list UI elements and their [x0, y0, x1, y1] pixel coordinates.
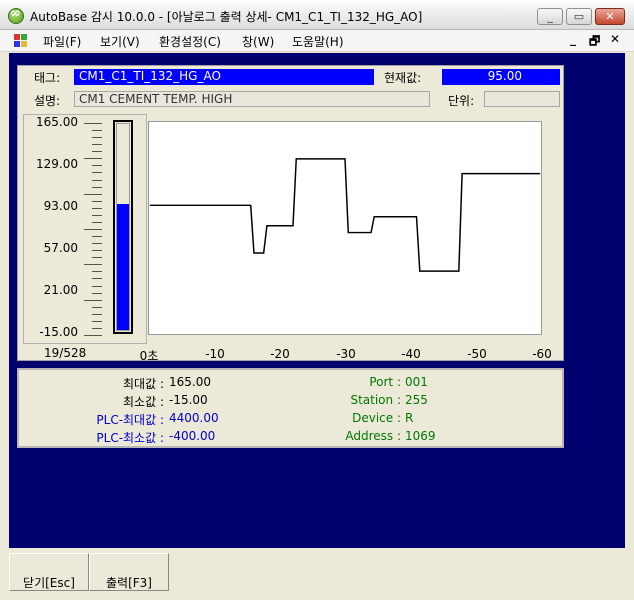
gauge-label-5: 21.00 — [43, 283, 78, 297]
gauge-tick — [84, 229, 102, 230]
x-tick-3: -30 — [336, 347, 356, 361]
max-label: 최대값 : — [123, 377, 164, 391]
menu-bar: 파일(F) 보기(V) 환경설정(C) 창(W) 도움말(H) _ 🗗 ✕ — [0, 30, 634, 52]
close-dialog-button[interactable]: 닫기[Esc] — [9, 553, 89, 591]
gauge-tick — [84, 123, 102, 124]
main-area: 태그: CM1_C1_TI_132_HG_AO 현재값: 95.00 설명: C… — [9, 53, 625, 548]
gauge-tick — [92, 172, 102, 174]
gauge-tick — [92, 137, 102, 139]
tag-detail-panel: 태그: CM1_C1_TI_132_HG_AO 현재값: 95.00 설명: C… — [17, 65, 564, 363]
x-tick-0: 0초 — [139, 349, 159, 363]
gauge-tick — [92, 271, 102, 273]
station-label: Station : — [350, 393, 401, 407]
gauge-tick — [92, 327, 102, 329]
trend-chart — [148, 121, 542, 335]
gauge-tick — [92, 144, 102, 146]
port-value: 001 — [405, 375, 428, 389]
gauge-tick — [84, 299, 102, 301]
x-tick-5: -50 — [467, 347, 487, 361]
gauge-tick — [92, 250, 102, 252]
gauge-tick — [92, 214, 102, 216]
title-bar: AutoBase 감시 10.0.0 - [아날로그 출력 상세- CM1_C1… — [0, 0, 634, 30]
gauge-label-max: 165.00 — [36, 115, 78, 129]
menu-settings[interactable]: 환경설정(C) — [159, 33, 221, 50]
gauge-bar — [113, 120, 133, 334]
gauge-tick — [92, 320, 102, 322]
address-value: 1069 — [405, 429, 436, 443]
gauge-tick — [92, 285, 102, 287]
button-bar: 닫기[Esc] 출력[F3] — [0, 548, 634, 600]
min-label: 최소값 : — [123, 395, 164, 409]
gauge-tick — [92, 179, 102, 181]
gauge-tick — [92, 257, 102, 259]
sample-count: 19/528 — [44, 346, 87, 360]
gauge-tick — [84, 158, 102, 160]
gauge-label-2: 129.00 — [36, 157, 78, 171]
gauge-tick — [92, 151, 102, 153]
close-button[interactable]: ✕ — [595, 8, 625, 25]
x-tick-2: -20 — [270, 347, 290, 361]
gauge-tick — [92, 221, 102, 223]
trend-series-line — [149, 158, 541, 272]
tag-value: CM1_C1_TI_132_HG_AO — [74, 69, 374, 85]
gauge-tick — [92, 200, 102, 202]
gauge: 165.00 129.00 93.00 57.00 21.00 -15.00 — [23, 114, 147, 344]
current-value: 95.00 — [442, 69, 560, 85]
gauge-tick — [92, 306, 102, 308]
gauge-label-3: 93.00 — [43, 199, 78, 213]
unit-label: 단위: — [448, 94, 475, 108]
mdi-close-button[interactable]: ✕ — [610, 32, 620, 46]
current-value-label: 현재값: — [384, 71, 422, 85]
gauge-tick — [92, 130, 102, 132]
x-tick-6: -60 — [532, 347, 552, 361]
plc-max-value: 4400.00 — [169, 411, 219, 425]
info-panel: 최대값 : 165.00 최소값 : -15.00 PLC-최대값 : 4400… — [17, 368, 564, 448]
plc-min-value: -400.00 — [169, 429, 216, 443]
plc-min-label: PLC-최소값 : — [96, 431, 164, 445]
gauge-ticks — [82, 123, 102, 336]
plc-max-label: PLC-최대값 : — [96, 413, 164, 427]
gauge-tick — [84, 193, 102, 195]
print-button[interactable]: 출력[F3] — [89, 553, 169, 591]
max-value: 165.00 — [169, 375, 211, 389]
minimize-button[interactable]: _ — [537, 8, 563, 25]
min-value: -15.00 — [169, 393, 208, 407]
device-value: R — [405, 411, 414, 425]
gauge-tick — [84, 335, 102, 336]
gauge-tick — [92, 292, 102, 294]
gauge-tick — [92, 278, 102, 280]
unit-value — [484, 91, 560, 107]
gauge-tick — [92, 207, 102, 209]
mdi-restore-button[interactable]: 🗗 — [589, 32, 600, 53]
port-label: Port : — [369, 375, 401, 389]
description-value: CM1 CEMENT TEMP. HIGH — [74, 91, 430, 107]
gauge-tick — [92, 186, 102, 188]
app-icon — [8, 6, 24, 24]
station-value: 255 — [405, 393, 428, 407]
gauge-bar-fill — [117, 204, 129, 330]
menu-help[interactable]: 도움말(H) — [292, 33, 344, 50]
window-title: AutoBase 감시 10.0.0 - [아날로그 출력 상세- CM1_C1… — [30, 10, 423, 24]
x-tick-4: -40 — [401, 347, 421, 361]
gauge-tick — [92, 236, 102, 238]
device-label: Device : — [352, 411, 401, 425]
address-label: Address : — [345, 429, 401, 443]
mdi-minimize-button[interactable]: _ — [570, 32, 576, 46]
menu-window[interactable]: 창(W) — [242, 33, 274, 50]
gauge-tick — [92, 165, 102, 167]
gauge-label-min: -15.00 — [39, 325, 78, 339]
gauge-tick — [92, 243, 102, 245]
menu-view[interactable]: 보기(V) — [100, 33, 140, 50]
menu-file[interactable]: 파일(F) — [43, 33, 81, 50]
document-icon[interactable] — [14, 34, 28, 48]
gauge-tick — [92, 313, 102, 315]
gauge-label-4: 57.00 — [43, 241, 78, 255]
x-tick-1: -10 — [205, 347, 225, 361]
description-label: 설명: — [34, 94, 61, 108]
tag-label: 태그: — [34, 71, 61, 85]
restore-button[interactable]: ▭ — [566, 8, 592, 25]
gauge-tick — [84, 264, 102, 266]
